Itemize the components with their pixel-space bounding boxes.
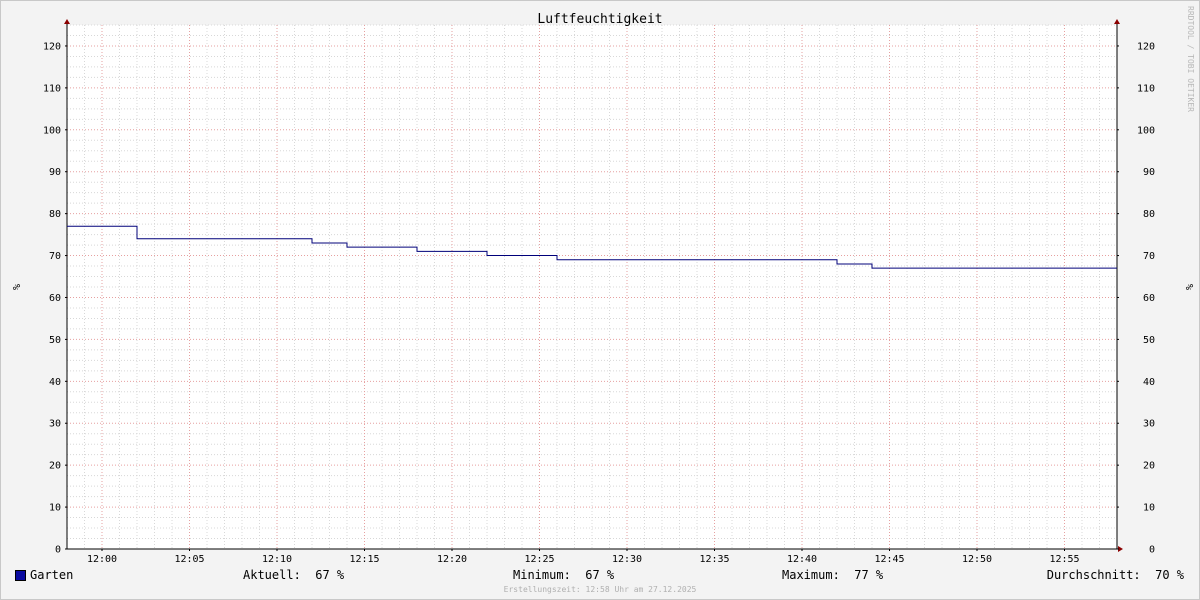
legend-series-name: Garten (30, 568, 74, 582)
y-tick-label-left: 90 (49, 167, 61, 178)
y-axis-label-right: % (1183, 284, 1194, 290)
y-tick-label-right: 60 (1143, 293, 1155, 304)
x-tick-label: 12:50 (962, 554, 992, 565)
y-tick-label-left: 10 (49, 503, 61, 514)
y-tick-label-right: 100 (1137, 125, 1155, 136)
x-tick-label: 12:05 (174, 554, 204, 565)
legend-maximum: Maximum: 77 % (782, 568, 884, 582)
y-tick-label-left: 80 (49, 209, 61, 220)
x-tick-label: 12:15 (349, 554, 379, 565)
x-tick-label: 12:30 (612, 554, 642, 565)
y-tick-label-right: 0 (1149, 545, 1155, 556)
y-axis-arrow-right (1114, 19, 1120, 24)
y-tick-label-right: 50 (1143, 335, 1155, 346)
y-tick-label-right: 40 (1143, 377, 1155, 388)
y-tick-label-right: 80 (1143, 209, 1155, 220)
y-tick-label-left: 100 (43, 125, 61, 136)
y-tick-label-left: 70 (49, 251, 61, 262)
y-tick-label-right: 30 (1143, 419, 1155, 430)
y-tick-label-left: 60 (49, 293, 61, 304)
x-tick-label: 12:00 (87, 554, 117, 565)
x-tick-label: 12:20 (437, 554, 467, 565)
legend-current: Aktuell: 67 % (243, 568, 345, 582)
chart-title: Luftfeuchtigkeit (537, 12, 662, 27)
y-tick-label-left: 40 (49, 377, 61, 388)
y-tick-label-left: 20 (49, 461, 61, 472)
y-tick-label-left: 0 (55, 545, 61, 556)
y-axis-arrow-left (64, 19, 70, 24)
y-axis-label-left: % (10, 284, 21, 290)
legend-swatch-garten (15, 570, 26, 581)
y-tick-label-right: 90 (1143, 167, 1155, 178)
legend-average: Durchschnitt: 70 % (1046, 568, 1184, 582)
x-tick-labels: 12:00 12:05 12:10 12:15 12:20 12:25 12:30 12:35… (87, 549, 1080, 565)
y-tick-label-left: 110 (43, 83, 61, 94)
y-tick-label-right: 120 (1137, 41, 1155, 52)
x-tick-label: 12:10 (262, 554, 292, 565)
humidity-chart: 0 10 20 30 40 50 60 70 80 90 100 110 120 0 10 20 30 40 50… (10, 6, 1195, 565)
x-tick-label: 12:35 (699, 554, 729, 565)
y-tick-label-left: 120 (43, 41, 61, 52)
legend-minimum: Minimum: 67 % (513, 568, 615, 582)
watermark: RRDTOOL / TOBI OETIKER (1186, 6, 1195, 112)
x-tick-label: 12:40 (787, 554, 817, 565)
y-tick-label-right: 70 (1143, 251, 1155, 262)
x-tick-label: 12:45 (874, 554, 904, 565)
y-tick-label-right: 10 (1143, 503, 1155, 514)
y-tick-label-left: 30 (49, 419, 61, 430)
x-tick-label: 12:25 (524, 554, 554, 565)
x-tick-label: 12:55 (1049, 554, 1079, 565)
y-tick-labels-right: 0 10 20 30 40 50 60 70 80 90 100 110 120 (1117, 41, 1155, 556)
y-tick-label-right: 110 (1137, 83, 1155, 94)
y-tick-labels-left: 0 10 20 30 40 50 60 70 80 90 100 110 120 (43, 41, 67, 556)
footer-timestamp: Erstellungszeit: 12:58 Uhr am 27.12.2025 (503, 585, 697, 594)
y-tick-label-left: 50 (49, 335, 61, 346)
y-tick-label-right: 20 (1143, 461, 1155, 472)
